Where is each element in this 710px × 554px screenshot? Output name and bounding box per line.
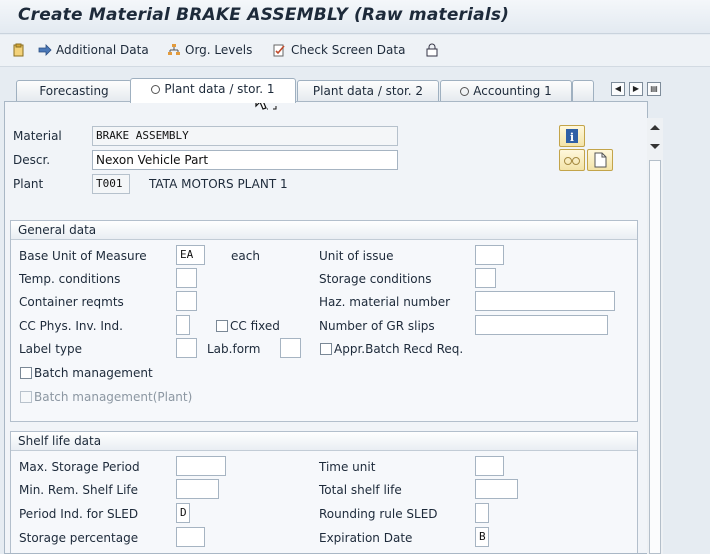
cc-phys-inv-field[interactable] <box>176 315 190 335</box>
window-title: Create Material BRAKE ASSEMBLY (Raw mate… <box>18 5 510 25</box>
plant-code-field: T001 <box>92 174 130 194</box>
tab-forecasting-label: Forecasting <box>39 84 109 98</box>
period-ind-label: Period Ind. for SLED <box>19 507 139 521</box>
period-ind-field[interactable]: D <box>176 503 190 523</box>
clipboard-icon <box>13 43 24 57</box>
batch-management-label: Batch management <box>34 366 153 380</box>
tab-scroll-left-icon[interactable]: ◀ <box>611 82 625 96</box>
gr-slips-field[interactable] <box>475 315 608 335</box>
temp-conditions-label: Temp. conditions <box>19 272 121 286</box>
tab-status-icon <box>151 85 161 94</box>
cc-fixed-label: CC fixed <box>230 319 280 333</box>
tab-plant-data-stor-1-label: Plant data / stor. 1 <box>164 82 275 96</box>
tab-plant-data-stor-1[interactable]: Plant data / stor. 1 <box>130 78 296 103</box>
shelf-life-group: Shelf life data Max. Storage Period Time… <box>10 431 638 553</box>
temp-conditions-field[interactable] <box>176 268 197 288</box>
haz-material-label: Haz. material number <box>319 295 451 309</box>
plant-name: TATA MOTORS PLANT 1 <box>149 177 288 191</box>
plant-label: Plant <box>13 177 44 191</box>
appr-batch-checkbox[interactable] <box>320 343 332 355</box>
min-rem-shelf-field[interactable] <box>176 479 219 499</box>
glasses-button[interactable] <box>559 149 585 171</box>
label-type-field[interactable] <box>176 338 197 358</box>
tab-overflow[interactable] <box>572 80 594 102</box>
material-label: Material <box>13 129 62 143</box>
lock-icon <box>426 43 438 57</box>
check-screen-data-button[interactable]: Check Screen Data <box>273 43 405 57</box>
max-storage-field[interactable] <box>176 456 226 476</box>
check-data-icon <box>273 44 285 57</box>
info-button[interactable]: i <box>559 125 585 147</box>
time-unit-field[interactable] <box>475 456 504 476</box>
rounding-rule-label: Rounding rule SLED <box>319 507 438 521</box>
unit-of-issue-label: Unit of issue <box>319 249 394 263</box>
storage-conditions-field[interactable] <box>475 268 496 288</box>
arrow-right-icon <box>38 44 52 56</box>
gr-slips-label: Number of GR slips <box>319 319 435 333</box>
tab-list-icon[interactable]: ▤ <box>647 82 661 96</box>
haz-material-field[interactable] <box>475 291 615 311</box>
scrollbar-thumb[interactable] <box>649 160 661 554</box>
tab-plant-data-stor-2-label: Plant data / stor. 2 <box>312 84 424 98</box>
tab-scroll-right-icon[interactable]: ▶ <box>629 82 643 96</box>
appr-batch-label: Appr.Batch Recd Req. <box>334 342 464 356</box>
shelf-life-title: Shelf life data <box>11 432 637 451</box>
base-uom-text: each <box>231 249 260 263</box>
check-screen-data-label: Check Screen Data <box>291 43 406 57</box>
title-bar: Create Material BRAKE ASSEMBLY (Raw mate… <box>0 0 710 34</box>
additional-data-button[interactable]: Additional Data <box>38 43 149 57</box>
general-data-title: General data <box>11 221 637 240</box>
label-type-label: Label type <box>19 342 82 356</box>
description-field[interactable]: Nexon Vehicle Part <box>92 150 398 170</box>
additional-data-label: Additional Data <box>56 43 149 57</box>
tab-plant-data-stor-2[interactable]: Plant data / stor. 2 <box>297 80 439 102</box>
scroll-down-icon[interactable] <box>650 144 660 149</box>
base-uom-label: Base Unit of Measure <box>19 249 147 263</box>
general-data-group: General data Base Unit of Measure EA eac… <box>10 220 638 422</box>
new-entries-button[interactable] <box>12 43 26 57</box>
tab-content-panel: Material BRAKE ASSEMBLY Descr. Nexon Veh… <box>4 101 648 554</box>
total-shelf-field[interactable] <box>475 479 518 499</box>
unit-of-issue-field[interactable] <box>475 245 504 265</box>
storage-percentage-field[interactable] <box>176 527 205 547</box>
min-rem-shelf-label: Min. Rem. Shelf Life <box>19 483 139 497</box>
org-levels-label: Org. Levels <box>185 43 253 57</box>
rounding-rule-field[interactable] <box>475 503 489 523</box>
expiration-date-label: Expiration Date <box>319 531 413 545</box>
max-storage-label: Max. Storage Period <box>19 460 140 474</box>
document-button[interactable] <box>587 149 613 171</box>
glasses-icon <box>564 157 580 165</box>
tab-strip: Forecasting Plant data / stor. 1 Plant d… <box>0 76 710 103</box>
lock-button[interactable] <box>425 43 439 57</box>
storage-conditions-label: Storage conditions <box>319 272 432 286</box>
org-levels-button[interactable]: Org. Levels <box>167 43 252 57</box>
base-uom-field[interactable]: EA <box>176 245 205 265</box>
info-icon: i <box>566 129 578 144</box>
cc-fixed-checkbox[interactable] <box>216 320 228 332</box>
org-hierarchy-icon <box>168 44 180 55</box>
lab-form-label: Lab.form <box>207 342 261 356</box>
total-shelf-label: Total shelf life <box>319 483 402 497</box>
descr-label: Descr. <box>13 153 51 167</box>
container-reqmts-field[interactable] <box>176 291 197 311</box>
batch-management-plant-checkbox <box>20 391 32 403</box>
scroll-up-icon[interactable] <box>650 125 660 130</box>
tab-status-icon <box>460 87 470 96</box>
document-icon <box>594 152 607 168</box>
cc-phys-inv-label: CC Phys. Inv. Ind. <box>19 319 123 333</box>
tab-accounting-1-label: Accounting 1 <box>473 84 552 98</box>
tab-accounting-1[interactable]: Accounting 1 <box>440 80 572 102</box>
material-field: BRAKE ASSEMBLY <box>92 126 398 146</box>
lab-form-field[interactable] <box>280 338 301 358</box>
container-reqmts-label: Container reqmts <box>19 295 124 309</box>
application-toolbar: Additional Data Org. Levels Check Screen… <box>0 35 710 67</box>
tab-forecasting[interactable]: Forecasting <box>16 80 132 102</box>
storage-percentage-label: Storage percentage <box>19 531 139 545</box>
batch-management-checkbox[interactable] <box>20 367 32 379</box>
vertical-scrollbar[interactable] <box>647 118 663 554</box>
svg-text:i: i <box>570 131 574 144</box>
time-unit-label: Time unit <box>319 460 376 474</box>
expiration-date-field[interactable]: B <box>475 527 489 547</box>
batch-management-plant-label: Batch management(Plant) <box>34 390 193 404</box>
